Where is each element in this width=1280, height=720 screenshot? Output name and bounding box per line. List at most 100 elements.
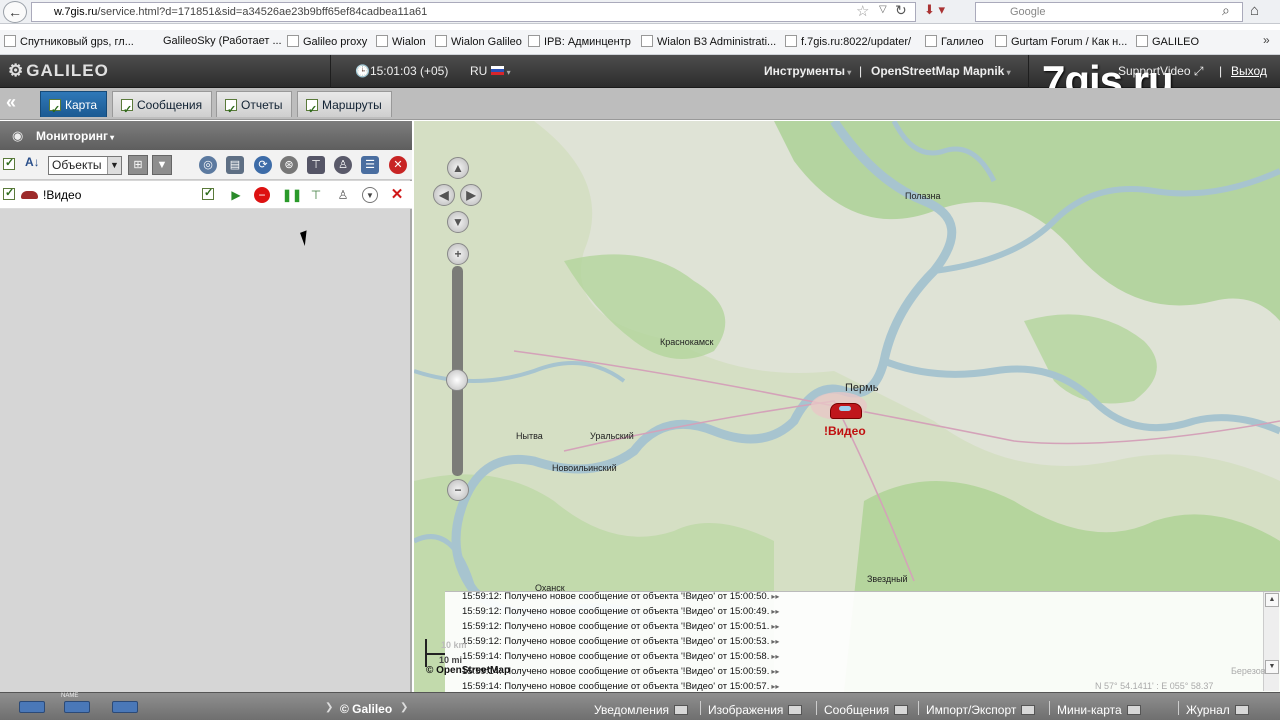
- messages-button[interactable]: Сообщения: [824, 703, 909, 717]
- car-marker-icon[interactable]: [830, 403, 862, 419]
- locate-icon[interactable]: ◎: [199, 156, 217, 174]
- import-export-button[interactable]: Импорт/Экспорт: [926, 703, 1036, 717]
- dropdown-button[interactable]: ▼: [152, 155, 172, 175]
- bookmark-item[interactable]: Wialon: [376, 35, 426, 48]
- remove-all-icon[interactable]: ✕: [389, 156, 407, 174]
- checkbox[interactable]: [225, 97, 237, 123]
- address-bar[interactable]: w.7gis.ru/service.html?d=171851&sid=a345…: [31, 2, 916, 22]
- logout-link[interactable]: Выход: [1231, 64, 1267, 78]
- tab-reports[interactable]: Отчеты: [216, 91, 293, 123]
- delete-icon[interactable]: ✕: [389, 187, 405, 203]
- refresh-units-icon[interactable]: ⟳: [254, 156, 272, 174]
- tools-menu[interactable]: Инструменты ▾: [764, 64, 851, 78]
- unit-name[interactable]: !Видео: [43, 188, 81, 202]
- truck-icon[interactable]: [112, 701, 138, 713]
- zoom-out-button[interactable]: −: [447, 479, 469, 501]
- pan-down-button[interactable]: ▼: [447, 211, 469, 233]
- city-label: Пермь: [845, 382, 879, 394]
- journal-button[interactable]: Журнал: [1186, 703, 1249, 717]
- monitoring-icon: ◉: [12, 128, 24, 143]
- truck-icon[interactable]: [19, 701, 45, 713]
- tab-messages[interactable]: Сообщения: [112, 91, 213, 123]
- minimap-button[interactable]: Мини-карта: [1057, 703, 1141, 717]
- divider: [700, 701, 701, 715]
- zoom-in-button[interactable]: +: [447, 243, 469, 265]
- bookmark-item[interactable]: GALILEO: [1136, 35, 1199, 48]
- pause-icon[interactable]: ❚❚: [282, 187, 302, 203]
- truck-icon[interactable]: ▤: [226, 156, 244, 174]
- unit-checkbox[interactable]: [3, 186, 15, 200]
- addon-button[interactable]: ⬇ ▾: [924, 2, 964, 22]
- driver-icon[interactable]: ♙: [335, 187, 351, 203]
- city-label: Краснокамск: [660, 337, 714, 347]
- chevron-down-icon[interactable]: ▽: [879, 4, 887, 15]
- list-icon[interactable]: ☰: [361, 156, 379, 174]
- bookmark-item[interactable]: f.7gis.ru:8022/updater/: [785, 35, 911, 48]
- cursor-coordinates: N 57° 54.1411' : E 055° 58.37: [1095, 681, 1214, 691]
- show-on-map-checkbox[interactable]: [202, 186, 214, 200]
- network-icon[interactable]: ⊤: [308, 187, 324, 203]
- bookmark-item[interactable]: Wialon Galileo: [435, 35, 522, 48]
- stop-icon[interactable]: −: [254, 187, 270, 203]
- tab-map[interactable]: Карта: [40, 91, 108, 123]
- network-icon[interactable]: ⊤: [307, 156, 325, 174]
- back-button[interactable]: ←: [3, 1, 27, 23]
- divider: [1178, 701, 1179, 715]
- chevron-right-icon[interactable]: ❯: [400, 702, 408, 713]
- checkbox[interactable]: [306, 97, 318, 123]
- status-bar: NAME ❯ © Galileo ❯ Уведомления Изображен…: [0, 692, 1280, 720]
- scroll-up-icon[interactable]: ▲: [1265, 593, 1279, 607]
- driver-icon[interactable]: ♙: [334, 156, 352, 174]
- log-scrollbar[interactable]: ▲ ▼: [1263, 592, 1279, 691]
- home-icon[interactable]: ⌂: [1250, 2, 1259, 19]
- bookmark-item[interactable]: GalileoSky (Работает ...: [163, 35, 282, 47]
- map-layer-menu[interactable]: OpenStreetMap Mapnik ▾: [871, 64, 1011, 78]
- city-label: Нытва: [516, 431, 543, 441]
- checkbox[interactable]: [49, 97, 61, 123]
- refresh-icon[interactable]: ↻: [895, 2, 907, 19]
- pan-right-button[interactable]: ▶: [460, 184, 482, 206]
- zoom-slider-handle[interactable]: [446, 369, 468, 391]
- bookmark-item[interactable]: Gurtam Forum / Как н...: [995, 35, 1127, 48]
- select-all-checkbox[interactable]: [3, 156, 15, 170]
- satellite-icon[interactable]: ⊛: [280, 156, 298, 174]
- unit-row[interactable]: !Видео ▶ − ❚❚ ⊤ ♙ ▼ ✕: [0, 181, 412, 209]
- browser-toolbar: ← w.7gis.ru/service.html?d=171851&sid=a3…: [0, 0, 1280, 24]
- gprs-icon[interactable]: ▶: [228, 187, 244, 203]
- monitoring-panel: ◉ Мониторинг ▾ A↓ Объекты▼ ⊞ ▼ ◎ ▤ ⟳ ⊛ ⊤…: [0, 121, 412, 692]
- bookmark-item[interactable]: Спутниковый gps, гл...: [4, 35, 134, 48]
- log-entry: 15:59:12: Получено новое сообщение от об…: [462, 591, 780, 602]
- checkbox[interactable]: [121, 97, 133, 123]
- bookmark-item[interactable]: Wialon B3 Administrati...: [641, 35, 776, 48]
- monitoring-toolbar: A↓ Объекты▼ ⊞ ▼ ◎ ▤ ⟳ ⊛ ⊤ ♙ ☰ ✕: [0, 150, 412, 180]
- pan-left-button[interactable]: ◀: [433, 184, 455, 206]
- marker-label[interactable]: !Видео: [824, 424, 866, 438]
- panel-title[interactable]: Мониторинг ▾: [36, 129, 114, 143]
- log-entry: 15:59:12: Получено новое сообщение от об…: [462, 636, 780, 647]
- sort-az-icon[interactable]: A↓: [25, 155, 40, 169]
- tab-routes[interactable]: Маршруты: [297, 91, 392, 123]
- log-entry: 15:59:14: Получено новое сообщение от об…: [462, 681, 780, 692]
- scroll-down-icon[interactable]: ▼: [1265, 660, 1279, 674]
- chevron-down-icon[interactable]: ▼: [362, 187, 378, 203]
- divider: [1049, 701, 1050, 715]
- bookmark-item[interactable]: Galileo proxy: [287, 35, 367, 48]
- language-selector[interactable]: RU ▾: [470, 64, 511, 78]
- object-type-select[interactable]: Объекты ▼: [48, 156, 122, 175]
- bookmark-item[interactable]: IPB: Админцентр: [528, 35, 631, 48]
- notifications-button[interactable]: Уведомления: [594, 703, 689, 717]
- more-bookmarks-icon[interactable]: »: [1263, 33, 1270, 47]
- search-input[interactable]: Google: [975, 2, 1243, 22]
- truck-icon[interactable]: [64, 701, 90, 713]
- chevron-left-icon[interactable]: ❯: [325, 702, 333, 713]
- search-icon[interactable]: ⌕: [1222, 2, 1230, 19]
- log-entry: 15:59:12: Получено новое сообщение от об…: [462, 606, 780, 617]
- bookmark-item[interactable]: Галилео: [925, 35, 984, 48]
- add-group-button[interactable]: ⊞: [128, 155, 148, 175]
- collapse-panel-icon[interactable]: «: [6, 91, 30, 115]
- map-attribution[interactable]: © OpenStreetMap: [426, 665, 510, 676]
- pan-up-button[interactable]: ▲: [447, 157, 469, 179]
- images-button[interactable]: Изображения: [708, 703, 803, 717]
- city-label: Полазна: [905, 191, 941, 201]
- star-icon[interactable]: ☆: [856, 2, 869, 20]
